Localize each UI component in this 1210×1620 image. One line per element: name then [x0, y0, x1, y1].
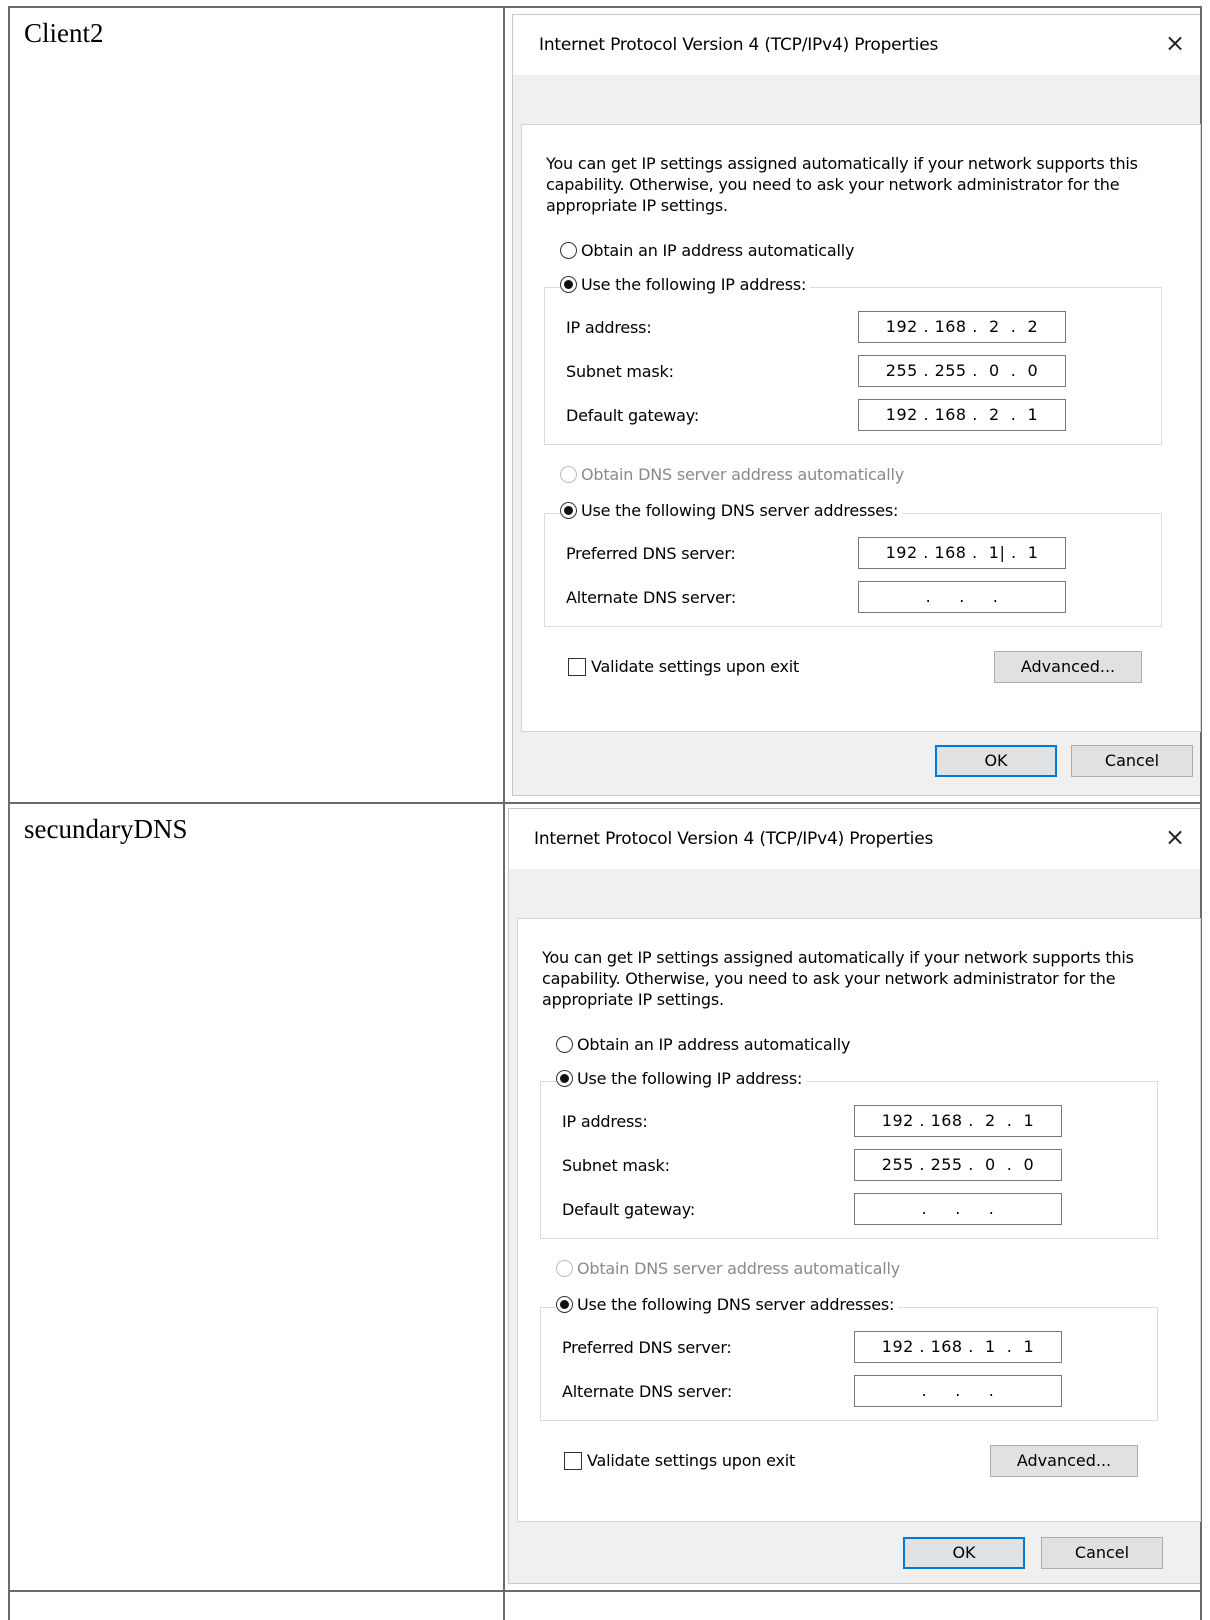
validate-settings-checkbox[interactable]: Validate settings upon exit — [564, 1451, 795, 1470]
intro-text: You can get IP settings assigned automat… — [542, 948, 1134, 1009]
radio-icon — [556, 1296, 573, 1313]
validate-settings-checkbox[interactable]: Validate settings upon exit — [568, 657, 799, 676]
default-gateway-label: Default gateway: — [566, 406, 700, 425]
radio-icon — [560, 276, 577, 293]
table-border-top — [8, 6, 1202, 8]
ok-button[interactable]: OK — [935, 745, 1057, 777]
ip-address-input[interactable]: 192 . 168 . 2 . 1 — [854, 1105, 1062, 1137]
use-following-dns-radio[interactable]: Use the following DNS server addresses: — [556, 1295, 899, 1314]
preferred-dns-input[interactable]: 192 . 168 . 1 . 1 — [854, 1331, 1062, 1363]
ip-address-label: IP address: — [566, 318, 652, 337]
use-following-ip-radio[interactable]: Use the following IP address: — [560, 275, 811, 294]
alternate-dns-input[interactable]: . . . — [858, 581, 1066, 613]
tcpip-properties-dialog-client2: Internet Protocol Version 4 (TCP/IPv4) P… — [512, 14, 1201, 796]
cancel-button[interactable]: Cancel — [1041, 1537, 1163, 1569]
close-icon[interactable]: × — [1161, 823, 1189, 851]
dialog-body: You can get IP settings assigned automat… — [513, 75, 1201, 795]
table-border-row2 — [8, 1590, 1202, 1592]
preferred-dns-label: Preferred DNS server: — [566, 544, 736, 563]
dialog-title: Internet Protocol Version 4 (TCP/IPv4) P… — [539, 35, 939, 55]
default-gateway-input[interactable]: . . . — [854, 1193, 1062, 1225]
radio-icon — [560, 242, 577, 259]
dns-settings-group — [540, 1307, 1158, 1421]
ok-button[interactable]: OK — [903, 1537, 1025, 1569]
dns-settings-group — [544, 513, 1162, 627]
row-label-secundarydns: secundaryDNS — [24, 814, 188, 844]
use-following-dns-radio[interactable]: Use the following DNS server addresses: — [560, 501, 903, 520]
preferred-dns-label: Preferred DNS server: — [562, 1338, 732, 1357]
general-panel: You can get IP settings assigned automat… — [517, 918, 1201, 1522]
table-border-middle — [503, 6, 505, 1620]
dialog-title: Internet Protocol Version 4 (TCP/IPv4) P… — [534, 829, 934, 849]
advanced-button[interactable]: Advanced... — [994, 651, 1142, 683]
radio-label: Obtain an IP address automatically — [581, 241, 855, 260]
default-gateway-label: Default gateway: — [562, 1200, 696, 1219]
radio-label: Obtain DNS server address automatically — [577, 1259, 900, 1278]
radio-icon — [556, 1070, 573, 1087]
alternate-dns-label: Alternate DNS server: — [562, 1382, 733, 1401]
radio-icon — [556, 1260, 573, 1277]
alternate-dns-label: Alternate DNS server: — [566, 588, 737, 607]
general-panel: You can get IP settings assigned automat… — [521, 124, 1201, 732]
obtain-dns-auto-radio[interactable]: Obtain DNS server address automatically — [560, 465, 908, 484]
advanced-button[interactable]: Advanced... — [990, 1445, 1138, 1477]
close-icon[interactable]: × — [1161, 29, 1189, 57]
obtain-dns-auto-radio[interactable]: Obtain DNS server address automatically — [556, 1259, 904, 1278]
subnet-mask-label: Subnet mask: — [562, 1156, 670, 1175]
subnet-mask-label: Subnet mask: — [566, 362, 674, 381]
default-gateway-input[interactable]: 192 . 168 . 2 . 1 — [858, 399, 1066, 431]
radio-icon — [556, 1036, 573, 1053]
radio-label: Use the following DNS server addresses: — [581, 501, 899, 520]
subnet-mask-input[interactable]: 255 . 255 . 0 . 0 — [854, 1149, 1062, 1181]
checkbox-icon — [568, 657, 586, 676]
row-label-client2: Client2 — [24, 18, 104, 48]
obtain-ip-auto-radio[interactable]: Obtain an IP address automatically — [560, 241, 859, 260]
checkbox-icon — [564, 1451, 582, 1470]
radio-icon — [560, 502, 577, 519]
dialog-body: You can get IP settings assigned automat… — [509, 869, 1201, 1583]
intro-text: You can get IP settings assigned automat… — [546, 154, 1138, 215]
obtain-ip-auto-radio[interactable]: Obtain an IP address automatically — [556, 1035, 855, 1054]
table-border-left — [8, 6, 10, 1620]
cancel-button[interactable]: Cancel — [1071, 745, 1193, 777]
table-border-row1 — [8, 802, 1202, 804]
subnet-mask-input[interactable]: 255 . 255 . 0 . 0 — [858, 355, 1066, 387]
tcpip-properties-dialog-secundarydns: Internet Protocol Version 4 (TCP/IPv4) P… — [508, 808, 1201, 1584]
alternate-dns-input[interactable]: . . . — [854, 1375, 1062, 1407]
radio-label: Obtain DNS server address automatically — [581, 465, 904, 484]
radio-label: Use the following IP address: — [581, 275, 807, 294]
radio-label: Use the following DNS server addresses: — [577, 1295, 895, 1314]
use-following-ip-radio[interactable]: Use the following IP address: — [556, 1069, 807, 1088]
ip-address-input[interactable]: 192 . 168 . 2 . 2 — [858, 311, 1066, 343]
radio-label: Use the following IP address: — [577, 1069, 803, 1088]
checkbox-label: Validate settings upon exit — [591, 657, 800, 676]
ip-address-label: IP address: — [562, 1112, 648, 1131]
preferred-dns-input[interactable]: 192 . 168 . 1| . 1 — [858, 537, 1066, 569]
checkbox-label: Validate settings upon exit — [587, 1451, 796, 1470]
radio-icon — [560, 466, 577, 483]
radio-label: Obtain an IP address automatically — [577, 1035, 851, 1054]
